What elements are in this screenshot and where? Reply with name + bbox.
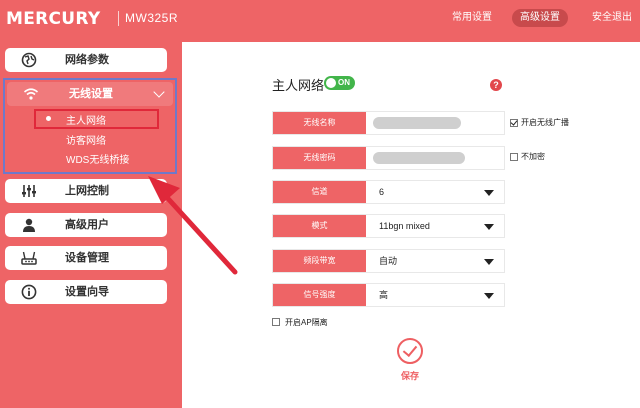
nav-basic-settings[interactable]: 常用设置: [444, 9, 500, 27]
header-divider: [118, 11, 119, 26]
field-label: 无线名称: [273, 112, 366, 134]
mode-value: 11bgn mixed: [379, 221, 430, 231]
chevron-down-icon: [484, 224, 494, 230]
submenu-guest-network[interactable]: 访客网络: [66, 132, 106, 147]
mode-select[interactable]: 模式 11bgn mixed: [272, 214, 505, 238]
wifi-icon: [23, 88, 39, 100]
chevron-down-icon: [484, 293, 494, 299]
broadcast-label: 开启无线广播: [521, 118, 569, 127]
channel-select[interactable]: 信道 6: [272, 180, 505, 204]
sidebar-item-label: 设备管理: [65, 252, 109, 264]
sidebar-item-wireless[interactable]: 无线设置: [7, 82, 173, 106]
chevron-down-icon: [484, 190, 494, 196]
field-label: 信道: [273, 181, 366, 203]
sliders-icon: [22, 185, 36, 197]
ssid-field[interactable]: 无线名称: [272, 111, 505, 135]
field-label: 模式: [273, 215, 366, 237]
save-button[interactable]: 保存: [401, 369, 419, 382]
no-encryption-label: 不加密: [521, 152, 545, 161]
ap-isolation-checkbox[interactable]: [272, 318, 280, 326]
save-check-icon[interactable]: [397, 338, 423, 364]
sidebar-item-network[interactable]: 网络参数: [5, 48, 167, 72]
network-toggle[interactable]: ON: [324, 76, 355, 90]
password-field[interactable]: 无线密码: [272, 146, 505, 170]
field-label: 频段带宽: [273, 250, 366, 272]
sidebar-item-label: 网络参数: [65, 54, 109, 66]
brand-logo: MERCURY: [6, 9, 101, 29]
signal-strength-select[interactable]: 信号强度 高: [272, 283, 505, 307]
ap-isolation-label: 开启AP隔离: [285, 318, 328, 327]
nav-advanced-settings[interactable]: 高级设置: [512, 9, 568, 27]
help-icon[interactable]: ?: [490, 79, 502, 91]
submenu-host-network[interactable]: 主人网络: [66, 112, 106, 127]
submenu-wds-bridge[interactable]: WDS无线桥接: [66, 151, 129, 166]
model-name: MW325R: [125, 11, 179, 25]
sidebar-item-device-management[interactable]: 设备管理: [5, 246, 167, 270]
no-encryption-checkbox[interactable]: [510, 153, 518, 161]
top-header: MERCURY MW325R 常用设置 高级设置 安全退出: [0, 0, 640, 38]
globe-icon: [21, 52, 37, 68]
bandwidth-select[interactable]: 频段带宽 自动: [272, 249, 505, 273]
ssid-redacted-value: [373, 117, 461, 129]
broadcast-checkbox[interactable]: [510, 119, 518, 127]
sidebar-item-label: 设置向导: [65, 286, 109, 298]
toggle-knob: [326, 78, 336, 88]
bandwidth-value: 自动: [379, 256, 398, 266]
channel-value: 6: [379, 187, 385, 197]
user-icon: [23, 218, 35, 232]
router-icon: [21, 251, 37, 265]
page-title: 主人网络: [272, 78, 325, 93]
field-label: 信号强度: [273, 284, 366, 306]
field-label: 无线密码: [273, 147, 366, 169]
chevron-down-icon: [484, 259, 494, 265]
sidebar-item-label: 高级用户: [65, 219, 109, 231]
sidebar-item-label: 无线设置: [69, 88, 113, 100]
chevron-down-icon: [153, 86, 165, 98]
nav-logout[interactable]: 安全退出: [584, 9, 640, 27]
content-panel: 主人网络 ON ? 无线名称 开启无线广播 无线密码 不加密 信道 6 模式 1…: [182, 42, 640, 408]
sidebar-item-advanced-user[interactable]: 高级用户: [5, 213, 167, 237]
info-icon: [21, 284, 37, 300]
password-redacted-value: [373, 152, 465, 164]
sidebar-item-label: 上网控制: [65, 185, 109, 197]
sidebar-item-setup-wizard[interactable]: 设置向导: [5, 280, 167, 304]
toggle-label: ON: [338, 78, 350, 87]
selected-bullet-icon: [46, 116, 51, 121]
signal-strength-value: 高: [379, 290, 389, 300]
sidebar-item-parental-control[interactable]: 上网控制: [5, 179, 167, 203]
